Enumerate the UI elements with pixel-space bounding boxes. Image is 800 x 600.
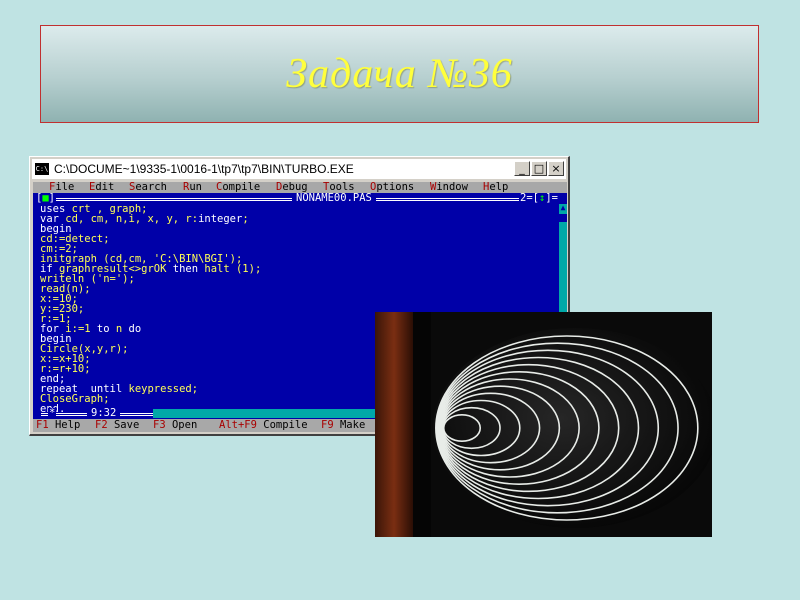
menu-item-search[interactable]: Search (129, 182, 167, 193)
code-line[interactable]: var cd, cm, n,i, x, y, r:integer; (40, 213, 261, 225)
scroll-thumb[interactable] (559, 214, 567, 222)
code-token: keypressed; (128, 383, 199, 395)
minimize-button[interactable]: _ (514, 161, 530, 176)
code-line[interactable]: y:=230; (40, 304, 261, 315)
menu-item-run[interactable]: Run (183, 182, 202, 193)
menu-label: ile (55, 182, 75, 193)
status-item-alt-f9[interactable]: Alt+F9 Compile (219, 419, 308, 432)
menu-item-edit[interactable]: Edit (89, 182, 114, 193)
status-key: F1 (36, 419, 49, 431)
code-token: ; (242, 213, 249, 225)
code-token: cd, cm, n,i, x, y, r: (65, 213, 199, 225)
status-key: F3 (153, 419, 166, 431)
menu-label: ompile (222, 182, 261, 193)
concentric-circles-image (375, 312, 712, 537)
status-key: F9 (321, 419, 334, 431)
code-token: n (115, 323, 129, 335)
menu-item-options[interactable]: Options (370, 182, 414, 193)
menu-item-compile[interactable]: Compile (216, 182, 260, 193)
maximize-button[interactable]: □ (531, 161, 547, 176)
code-line[interactable]: for i:=1 to n do (40, 323, 261, 335)
menu-item-help[interactable]: Help (483, 182, 508, 193)
status-label: Compile (256, 419, 308, 431)
menu-label: elp (489, 182, 509, 193)
window-titlebar[interactable]: C:\ C:\DOCUME~1\9335-1\0016-1\tp7\tp7\BI… (32, 159, 566, 179)
status-item-f9[interactable]: F9 Make (321, 419, 365, 432)
scroll-up-arrow-icon[interactable]: ▲ (559, 204, 567, 212)
status-item-f2[interactable]: F2 Save (95, 419, 139, 432)
code-line[interactable]: r:=r+10; (40, 364, 261, 375)
menu-label: ptions (376, 182, 415, 193)
code-token: integer (198, 213, 243, 225)
close-button[interactable]: × (548, 161, 564, 176)
status-label: Save (107, 419, 140, 431)
menu-label: earch (135, 182, 167, 193)
console-app-icon: C:\ (35, 163, 49, 175)
editor-window-number[interactable]: 2=[↕]= (519, 193, 559, 204)
status-label: Open (165, 419, 198, 431)
code-token: to (96, 323, 116, 335)
code-editor[interactable]: uses crt , graph; var cd, cm, n,i, x, y, … (40, 204, 262, 415)
status-item-f1[interactable]: F1 Help (36, 419, 80, 432)
code-line[interactable]: CloseGraph; (40, 394, 261, 405)
graphics-output-photo (375, 312, 712, 537)
status-label: Make (333, 419, 366, 431)
code-token: then (172, 263, 205, 275)
wood-edge (375, 312, 413, 537)
code-token: do (128, 323, 142, 335)
modified-indicator: * (48, 407, 57, 419)
screen-glow (433, 328, 712, 528)
window-title: C:\DOCUME~1\9335-1\0016-1\tp7\tp7\BIN\TU… (54, 162, 354, 176)
menu-item-window[interactable]: Window (430, 182, 468, 193)
editor-filename: NONAME00.PAS (292, 193, 376, 204)
menu-label: un (189, 182, 202, 193)
slide-title-box: Задача №36 (40, 25, 759, 123)
status-key: F2 (95, 419, 108, 431)
code-token: halt (1); (204, 263, 262, 275)
menu-label: indow (436, 182, 468, 193)
status-key: Alt+F9 (219, 419, 257, 431)
cursor-position: 9:32 (87, 408, 121, 419)
slide-title: Задача №36 (286, 51, 513, 97)
menu-label: dit (95, 182, 115, 193)
status-item-f3[interactable]: F3 Open (153, 419, 197, 432)
status-label: Help (48, 419, 81, 431)
